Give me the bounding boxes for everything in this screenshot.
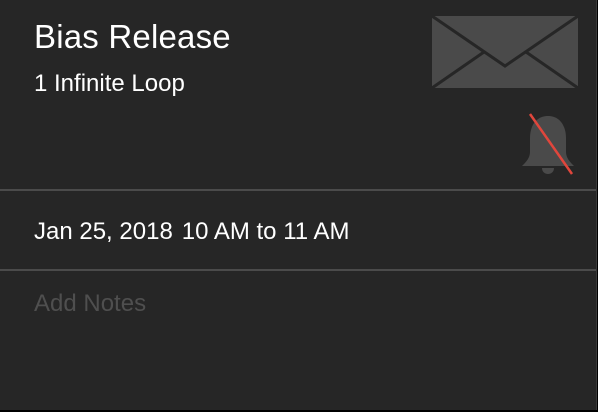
- event-header: Bias Release 1 Infinite Loop: [0, 0, 596, 191]
- event-date: Jan 25, 2018: [34, 218, 173, 245]
- section-divider: [0, 189, 596, 191]
- mail-icon[interactable]: [431, 14, 579, 90]
- notes-field[interactable]: Add Notes: [34, 290, 574, 322]
- event-datetime[interactable]: Jan 25, 2018 10 AM to 11 AM: [34, 218, 349, 246]
- section-divider: [0, 269, 596, 271]
- event-time-range: 10 AM to 11 AM: [181, 218, 350, 245]
- event-location[interactable]: 1 Infinite Loop: [34, 70, 185, 98]
- event-title[interactable]: Bias Release: [34, 18, 231, 56]
- bell-muted-icon[interactable]: [520, 112, 576, 176]
- event-popover: Bias Release 1 Infinite Loop Jan 25, 201…: [0, 0, 597, 410]
